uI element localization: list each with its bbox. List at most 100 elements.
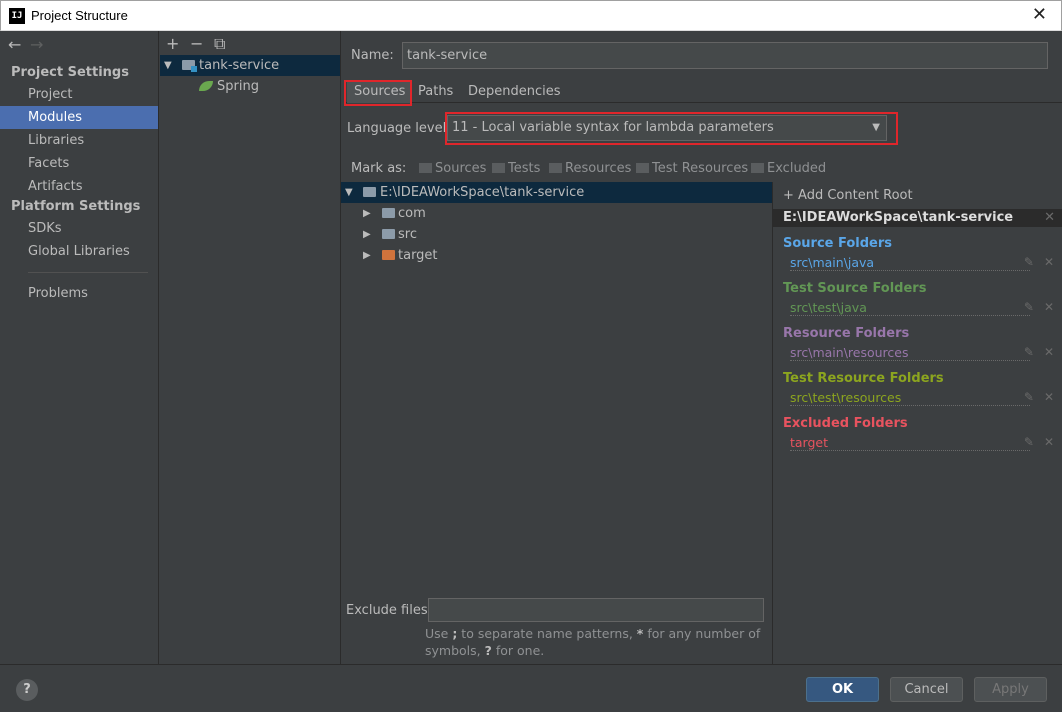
folder-group-title: Test Resource Folders bbox=[783, 371, 944, 386]
folder-group-path[interactable]: src\main\java bbox=[790, 255, 874, 270]
intellij-app-icon: IJ bbox=[9, 8, 25, 24]
edit-pencil-icon[interactable]: ✎ bbox=[1024, 390, 1034, 404]
excluded-folder-icon bbox=[382, 250, 395, 260]
folder-icon bbox=[419, 163, 432, 173]
expand-triangle-icon[interactable]: ▼ bbox=[164, 55, 172, 76]
edit-pencil-icon[interactable]: ✎ bbox=[1024, 345, 1034, 359]
settings-sidebar: ← → Project Settings Project Modules Libr… bbox=[0, 31, 159, 664]
close-window-button[interactable]: ✕ bbox=[1032, 4, 1047, 25]
tab-dependencies[interactable]: Dependencies bbox=[461, 81, 568, 103]
mark-as-excluded-button[interactable]: Excluded bbox=[751, 161, 826, 176]
dotted-separator bbox=[790, 270, 1030, 271]
title-bar: IJ Project Structure ✕ bbox=[0, 0, 1062, 31]
collapse-triangle-icon[interactable]: ▶ bbox=[363, 245, 371, 266]
cancel-button[interactable]: Cancel bbox=[890, 677, 963, 702]
facet-name: Spring bbox=[217, 79, 259, 94]
platform-settings-heading: Platform Settings bbox=[11, 199, 141, 214]
folder-icon bbox=[492, 163, 505, 173]
back-arrow-icon[interactable]: ← bbox=[8, 35, 30, 54]
folder-actions: ✎ ✕ bbox=[1014, 435, 1054, 449]
exclude-files-hint: Use ; to separate name patterns, * for a… bbox=[425, 626, 761, 658]
content-root-panel: + Add Content Root E:\IDEAWorkSpace\tank… bbox=[772, 182, 1062, 664]
module-tree-panel: + − ⧉ ▼ tank-service Spring bbox=[160, 31, 341, 664]
remove-folder-icon[interactable]: ✕ bbox=[1044, 300, 1054, 314]
remove-folder-icon[interactable]: ✕ bbox=[1044, 435, 1054, 449]
module-name: tank-service bbox=[199, 58, 280, 73]
module-tabs: Sources Paths Dependencies bbox=[345, 81, 1062, 103]
folder-group-title: Source Folders bbox=[783, 236, 893, 251]
nav-history: ← → bbox=[8, 35, 52, 54]
collapse-triangle-icon[interactable]: ▶ bbox=[363, 203, 371, 224]
sidebar-item-libraries[interactable]: Libraries bbox=[0, 129, 158, 152]
sidebar-divider bbox=[28, 272, 148, 273]
window-title: Project Structure bbox=[31, 8, 128, 23]
sidebar-item-facets[interactable]: Facets bbox=[0, 152, 158, 175]
dotted-separator bbox=[790, 405, 1030, 406]
folder-group-path[interactable]: src\test\java bbox=[790, 300, 867, 315]
tree-row-target[interactable]: ▶ target bbox=[341, 245, 772, 266]
module-toolbar: + − ⧉ bbox=[166, 34, 238, 54]
sidebar-item-sdks[interactable]: SDKs bbox=[0, 217, 158, 240]
sidebar-item-problems[interactable]: Problems bbox=[0, 282, 158, 305]
module-tree-item[interactable]: ▼ tank-service bbox=[160, 55, 340, 76]
folder-group-path[interactable]: src\main\resources bbox=[790, 345, 908, 360]
dotted-separator bbox=[790, 360, 1030, 361]
module-folder-icon bbox=[182, 60, 197, 72]
mark-as-label: Mark as: bbox=[351, 161, 407, 176]
mark-as-tests-button[interactable]: Tests bbox=[492, 161, 540, 176]
apply-button[interactable]: Apply bbox=[974, 677, 1047, 702]
exclude-files-label: Exclude files: bbox=[346, 603, 433, 618]
edit-pencil-icon[interactable]: ✎ bbox=[1024, 435, 1034, 449]
content-root-path: E:\IDEAWorkSpace\tank-service bbox=[783, 210, 1014, 225]
folder-icon bbox=[382, 229, 395, 239]
tree-row-src[interactable]: ▶ src bbox=[341, 224, 772, 245]
folder-group-path[interactable]: src\test\resources bbox=[790, 390, 901, 405]
dialog-button-bar: ? OK Cancel Apply bbox=[0, 664, 1062, 712]
exclude-files-input[interactable] bbox=[428, 598, 764, 622]
tab-paths[interactable]: Paths bbox=[411, 81, 460, 103]
folder-group-title: Resource Folders bbox=[783, 326, 910, 341]
remove-root-icon[interactable]: ✕ bbox=[1044, 209, 1055, 227]
folder-group-path[interactable]: target bbox=[790, 435, 828, 450]
mark-as-test-resources-button[interactable]: Test Resources bbox=[636, 161, 748, 176]
help-button[interactable]: ? bbox=[16, 679, 38, 701]
folder-actions: ✎ ✕ bbox=[1014, 300, 1054, 314]
remove-folder-icon[interactable]: ✕ bbox=[1044, 255, 1054, 269]
add-content-root-button[interactable]: + Add Content Root bbox=[783, 188, 913, 203]
folder-icon bbox=[363, 187, 376, 197]
expand-triangle-icon[interactable]: ▼ bbox=[345, 182, 353, 203]
remove-folder-icon[interactable]: ✕ bbox=[1044, 345, 1054, 359]
sidebar-item-project[interactable]: Project bbox=[0, 83, 158, 106]
facet-tree-item[interactable]: Spring bbox=[160, 76, 340, 97]
folder-actions: ✎ ✕ bbox=[1014, 345, 1054, 359]
edit-pencil-icon[interactable]: ✎ bbox=[1024, 300, 1034, 314]
module-name-field[interactable]: tank-service bbox=[402, 42, 1048, 69]
dotted-separator bbox=[790, 450, 1030, 451]
highlight-box-language-level bbox=[445, 112, 898, 145]
edit-pencil-icon[interactable]: ✎ bbox=[1024, 255, 1034, 269]
content-tree: ▼ E:\IDEAWorkSpace\tank-service ▶ com ▶ … bbox=[341, 182, 772, 664]
remove-module-icon[interactable]: − bbox=[190, 34, 214, 53]
language-level-label: Language level: bbox=[347, 121, 451, 136]
collapse-triangle-icon[interactable]: ▶ bbox=[363, 224, 371, 245]
folder-icon bbox=[751, 163, 764, 173]
remove-folder-icon[interactable]: ✕ bbox=[1044, 390, 1054, 404]
forward-arrow-icon[interactable]: → bbox=[30, 35, 52, 54]
ok-button[interactable]: OK bbox=[806, 677, 879, 702]
sidebar-item-artifacts[interactable]: Artifacts bbox=[0, 175, 158, 198]
sidebar-item-global-libraries[interactable]: Global Libraries bbox=[0, 240, 158, 263]
name-label: Name: bbox=[351, 48, 394, 63]
highlight-box-sources bbox=[344, 80, 412, 106]
module-settings-panel: Name: tank-service Sources Paths Depende… bbox=[341, 31, 1062, 664]
mark-as-sources-button[interactable]: Sources bbox=[419, 161, 486, 176]
mark-as-resources-button[interactable]: Resources bbox=[549, 161, 631, 176]
folder-icon bbox=[636, 163, 649, 173]
tree-row-com[interactable]: ▶ com bbox=[341, 203, 772, 224]
folder-icon bbox=[549, 163, 562, 173]
folder-group-title: Test Source Folders bbox=[783, 281, 927, 296]
dotted-separator bbox=[790, 315, 1030, 316]
copy-module-icon[interactable]: ⧉ bbox=[214, 34, 238, 54]
sidebar-item-modules[interactable]: Modules bbox=[0, 106, 158, 129]
add-module-icon[interactable]: + bbox=[166, 34, 190, 53]
tree-row-root[interactable]: ▼ E:\IDEAWorkSpace\tank-service bbox=[341, 182, 772, 203]
